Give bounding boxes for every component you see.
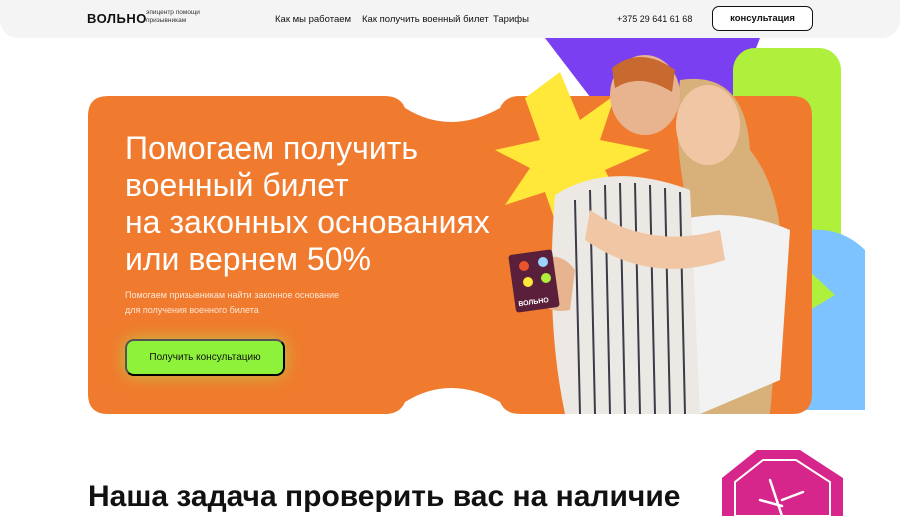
nav-how-we-work[interactable]: Как мы работаем — [275, 14, 351, 25]
hero-subtitle-line-1: Помогаем призывникам найти законное осно… — [125, 290, 340, 300]
site-header: ВОЛЬНО эпицентр помощи призывникам Как м… — [0, 0, 900, 38]
nav-how-to-get-id[interactable]: Как получить военный билет — [362, 14, 489, 25]
hero-title-line: Помогаем получить — [125, 130, 419, 166]
tagline-line-2: призывникам — [146, 17, 187, 24]
consultation-button[interactable]: консультация — [712, 6, 813, 31]
logo[interactable]: ВОЛЬНО — [87, 11, 147, 26]
nav-pricing[interactable]: Тарифы — [493, 14, 529, 25]
hero-title-line: военный билет — [125, 167, 349, 203]
phone-link[interactable]: +375 29 641 61 68 — [617, 14, 692, 24]
magenta-badge — [722, 450, 843, 516]
hero-subtitle-line-2: для получения военного билета — [125, 305, 259, 315]
section-title: Наша задача проверить вас на наличие — [88, 480, 681, 513]
hero-title: Помогаем получить военный билет на закон… — [125, 130, 565, 278]
hero-title-line: или вернем 50% — [125, 241, 371, 277]
hero-title-line: на законных основаниях — [125, 204, 490, 240]
tagline-line-1: эпицентр помощи — [146, 9, 200, 16]
get-consultation-button[interactable]: Получить консультацию — [125, 339, 285, 376]
hero-subtitle: Помогаем призывникам найти законное осно… — [125, 288, 405, 318]
tagline: эпицентр помощи призывникам — [146, 9, 216, 25]
